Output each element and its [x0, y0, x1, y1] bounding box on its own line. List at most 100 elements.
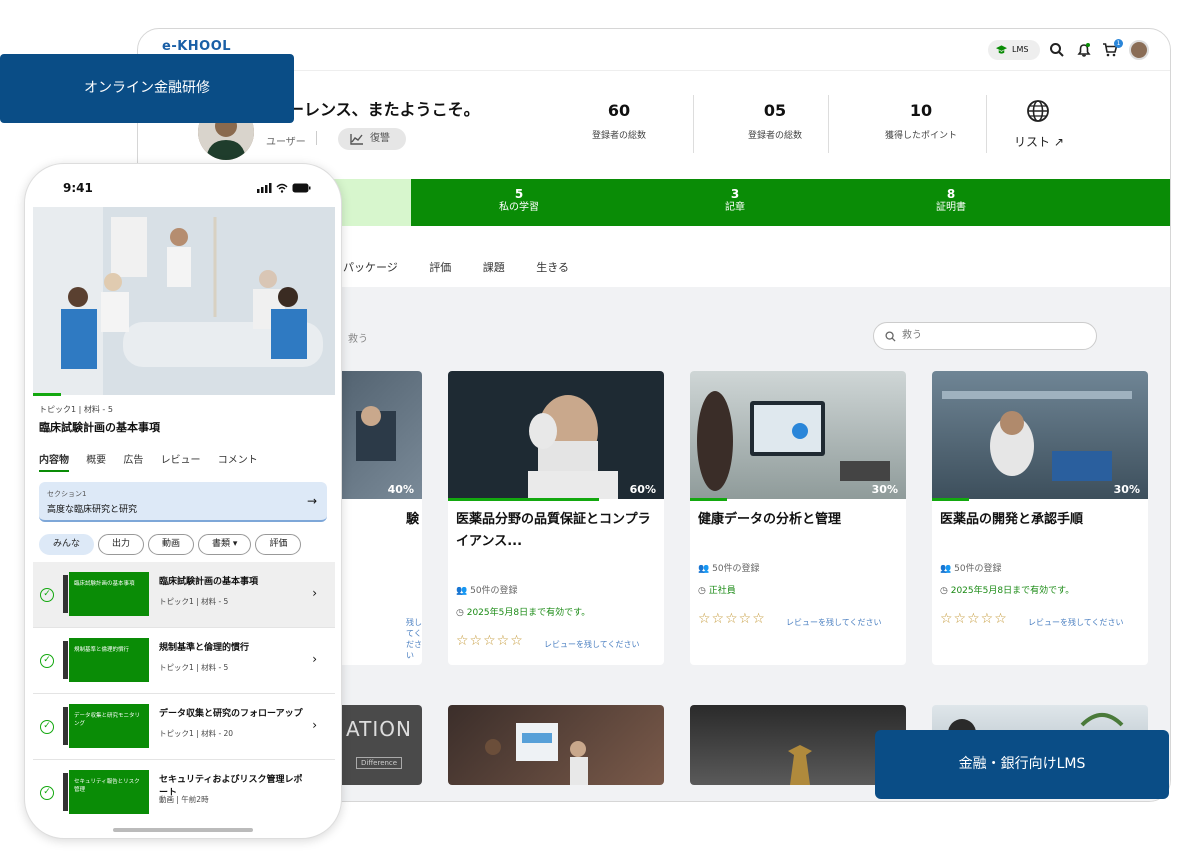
- lesson-title: 臨床試験計画の基本事項: [159, 577, 259, 587]
- course-image: [448, 371, 664, 499]
- tab-packages[interactable]: パッケージ: [343, 261, 398, 274]
- divider: [693, 95, 694, 153]
- stat-value: 60: [607, 101, 631, 120]
- status-time: 9:41: [63, 181, 93, 195]
- section-card[interactable]: セクション1 高度な臨床研究と研究 →: [39, 482, 327, 522]
- course-card[interactable]: [690, 705, 906, 785]
- users-icon: 👥: [940, 564, 952, 574]
- callout-banking-lms: 金融・銀行向けLMS: [875, 730, 1169, 799]
- course-title: 医薬品の開発と承認手順: [940, 512, 1084, 527]
- tab-reviews[interactable]: レビュー: [161, 455, 201, 466]
- lms-button[interactable]: LMS: [988, 40, 1040, 60]
- enrolled-count: 👥 50件の登録: [698, 561, 760, 574]
- course-title: 臨床試験計画の基本事項: [39, 421, 160, 434]
- summary-value: 3: [730, 187, 740, 201]
- lms-label: LMS: [1012, 45, 1029, 54]
- progress-bar: [932, 498, 969, 501]
- validity: ◷ 2025年5月8日まで有効です。: [456, 605, 590, 618]
- validity-text: 正社員: [708, 586, 736, 596]
- stat-label: 獲得したポイント: [884, 131, 957, 141]
- save-text[interactable]: 救う: [348, 330, 368, 345]
- chip-evaluation[interactable]: 評価: [255, 534, 302, 555]
- review-link[interactable]: 残してください: [406, 617, 422, 661]
- section-title: 高度な臨床研究と研究: [47, 505, 138, 515]
- course-title: 健康データの分析と管理: [698, 512, 842, 527]
- course-card[interactable]: 60% 医薬品分野の品質保証とコンプライアンス... 👥 50件の登録 ◷ 20…: [448, 371, 664, 665]
- divider: [986, 95, 987, 153]
- summary-value: 5: [514, 187, 524, 201]
- course-hero-image: [33, 207, 335, 395]
- logo[interactable]: e-KHOOL: [162, 39, 231, 54]
- lesson-thumbnail: セキュリティ報告とリスク管理: [63, 770, 149, 814]
- check-icon: ✓: [40, 654, 54, 668]
- tab-comments[interactable]: コメント: [218, 455, 258, 466]
- chip-all[interactable]: みんな: [39, 534, 95, 555]
- lesson-item[interactable]: ✓ 臨床試験計画の基本事項 臨床試験計画の基本事項 トピック1 | 材料 - 5…: [33, 562, 335, 628]
- progress-bar: [33, 393, 61, 396]
- bell-icon[interactable]: [1076, 42, 1092, 58]
- lesson-thumbnail: 臨床試験計画の基本事項: [63, 572, 149, 616]
- progress-percent: 30%: [1113, 483, 1140, 496]
- rating-stars[interactable]: ☆☆☆☆☆: [940, 611, 1008, 627]
- search-input[interactable]: 救う: [873, 322, 1097, 350]
- review-link[interactable]: レビューを残してください: [1028, 617, 1124, 628]
- lesson-meta: トピック1 | 材料 - 20: [159, 729, 234, 738]
- stat-label: 登録者の総数: [747, 131, 802, 141]
- stat-points: 10 獲得したポイント: [861, 101, 981, 141]
- progress-percent: 40%: [387, 483, 414, 496]
- phone-tabs: 内容物 概要 広告 レビュー コメント: [39, 451, 272, 472]
- mobile-phone-frame: 9:41 トピック1 | 材料 - 5 臨床試験計画の基本事項 内容物 概要 広…: [24, 163, 342, 839]
- course-card[interactable]: 30% 医薬品の開発と承認手順 👥 50件の登録 ◷ 2025年5月8日まで有効…: [932, 371, 1148, 665]
- course-title: 医薬品分野の品質保証とコンプライアンス...: [456, 512, 651, 549]
- course-image: [690, 371, 906, 499]
- course-title: 験: [406, 512, 420, 527]
- stat-total-2: 05 登録者の総数: [715, 101, 835, 141]
- chip-documents[interactable]: 書類 ▾: [198, 534, 252, 555]
- stat-value: 10: [909, 101, 933, 120]
- summary-certificates[interactable]: 8 証明書: [901, 188, 1001, 214]
- search-icon: [885, 331, 896, 342]
- chip-output[interactable]: 出力: [98, 534, 145, 555]
- summary-label: 記章: [725, 202, 745, 213]
- enrolled-count: 👥 50件の登録: [456, 583, 518, 596]
- progress-bar: [690, 498, 727, 501]
- tab-contents[interactable]: 内容物: [39, 455, 69, 472]
- tab-assignments[interactable]: 課題: [483, 261, 505, 274]
- list-link[interactable]: リスト ↗: [1014, 133, 1064, 150]
- lesson-item[interactable]: ✓ データ収集と研究モニタリング データ収集と研究のフォローアップ トピック1 …: [33, 694, 335, 760]
- lesson-item[interactable]: ✓ セキュリティ報告とリスク管理 セキュリティおよびリスク管理レポート 動画 |…: [33, 760, 335, 826]
- course-card[interactable]: 30% 健康データの分析と管理 👥 50件の登録 ◷ 正社員 ☆☆☆☆☆ レビュ…: [690, 371, 906, 665]
- rating-stars[interactable]: ☆☆☆☆☆: [456, 633, 524, 649]
- course-image: [788, 745, 812, 785]
- avatar[interactable]: [1129, 40, 1149, 60]
- summary-badges[interactable]: 3 記章: [685, 188, 785, 214]
- tab-live[interactable]: 生きる: [536, 261, 569, 274]
- review-pill[interactable]: 復讐: [338, 128, 406, 150]
- course-image: [485, 723, 588, 785]
- stat-value: 05: [763, 101, 787, 120]
- content-tabs: パッケージ 評価 課題 生きる: [343, 259, 597, 275]
- tab-overview[interactable]: 概要: [86, 455, 106, 466]
- summary-my-learning[interactable]: 5 私の学習: [469, 188, 569, 214]
- check-icon: ✓: [40, 720, 54, 734]
- review-link[interactable]: レビューを残してください: [544, 639, 640, 650]
- summary-label: 証明書: [936, 202, 966, 213]
- enrolled-count: 👥 50件の登録: [940, 561, 1002, 574]
- review-pill-label: 復讐: [370, 133, 390, 144]
- home-indicator: [113, 828, 253, 832]
- lesson-meta: 動画 | 午前2時: [159, 795, 209, 804]
- tab-ads[interactable]: 広告: [123, 455, 143, 466]
- enrolled-count-text: 50件の登録: [712, 564, 760, 574]
- validity-text: 2025年5月8日まで有効です。: [950, 586, 1075, 596]
- course-card[interactable]: [448, 705, 664, 785]
- progress-percent: 30%: [871, 483, 898, 496]
- rating-stars[interactable]: ☆☆☆☆☆: [698, 611, 766, 627]
- callout-online-training: オンライン金融研修: [0, 54, 294, 123]
- chip-video[interactable]: 動画: [148, 534, 195, 555]
- lesson-title: データ収集と研究のフォローアップ: [159, 709, 303, 719]
- review-link[interactable]: レビューを残してください: [786, 617, 882, 628]
- stat-total-1: 60 登録者の総数: [559, 101, 679, 141]
- tab-assessment[interactable]: 評価: [429, 261, 451, 274]
- search-icon[interactable]: [1049, 42, 1065, 58]
- lesson-item[interactable]: ✓ 規制基準と倫理的慣行 規制基準と倫理的慣行 トピック1 | 材料 - 5 ›: [33, 628, 335, 694]
